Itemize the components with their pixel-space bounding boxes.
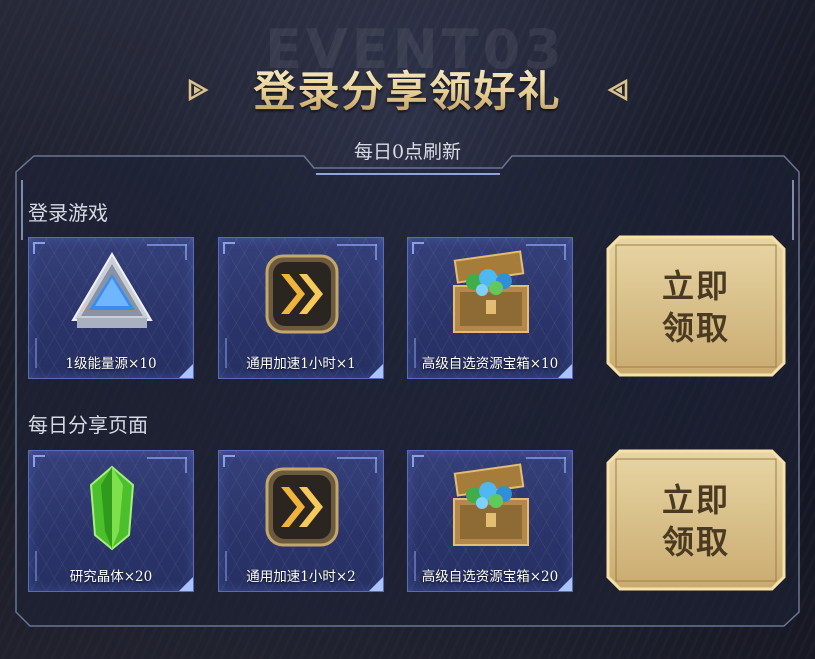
reward-item[interactable]: 高级自选资源宝箱×10 [407,237,573,379]
speedup-icon [265,467,339,547]
item-label: 通用加速1小时×1 [246,356,356,372]
title-area: 登录分享领好礼 [0,58,815,128]
speedup-icon [265,254,339,334]
page-title: 登录分享领好礼 [253,58,561,119]
claim-button-label: 立即 领取 [661,267,730,347]
research-crystal-icon [89,465,135,551]
reward-item[interactable]: 研究晶体×20 [28,450,194,592]
section-title-login: 登录游戏 [28,201,108,225]
claim-button-label: 立即 领取 [661,481,730,561]
reward-item[interactable]: 通用加速1小时×2 [218,450,384,592]
claim-button-share[interactable]: 立即 领取 [606,449,786,591]
reward-item[interactable]: 高级自选资源宝箱×20 [407,450,573,592]
section-title-share: 每日分享页面 [28,413,148,437]
energy-source-icon [71,252,153,328]
treasure-chest-icon [453,250,529,333]
arrow-left-icon [607,78,628,102]
reward-item[interactable]: 1级能量源×10 [28,237,194,379]
item-label: 研究晶体×20 [69,569,153,585]
item-label: 通用加速1小时×2 [246,569,356,585]
item-label: 高级自选资源宝箱×10 [421,356,559,372]
item-label: 1级能量源×10 [65,356,157,372]
reward-item[interactable]: 通用加速1小时×1 [218,237,384,379]
treasure-chest-icon [453,463,529,546]
claim-button-login[interactable]: 立即 领取 [606,235,786,377]
item-label: 高级自选资源宝箱×20 [421,569,559,585]
